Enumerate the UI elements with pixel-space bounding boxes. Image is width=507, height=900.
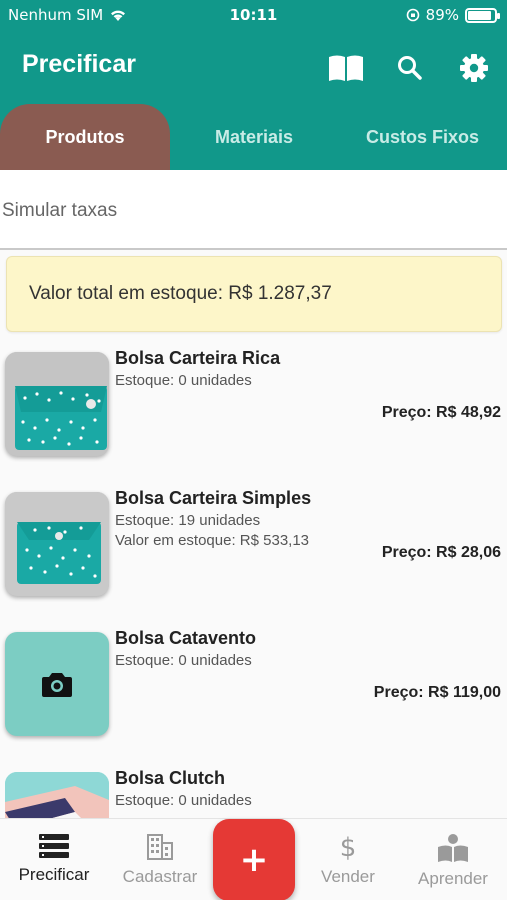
battery-percent: 89% [425,6,459,24]
status-right: 89% [406,6,500,24]
battery-level [468,10,492,20]
product-name: Bolsa Catavento [115,628,257,648]
nav-precificar[interactable]: Precificar [2,819,106,900]
battery-icon [465,7,500,23]
gear-icon[interactable] [454,48,494,88]
add-button[interactable]: + [213,819,295,900]
simulate-fees-row[interactable]: Simular taxas [0,170,507,250]
nav-vender[interactable]: $ Vender [296,819,400,900]
app-bar: Precificar [0,32,507,104]
nav-aprender[interactable]: Aprender [401,819,505,900]
product-photo [5,352,109,456]
product-item[interactable]: Bolsa Catavento Estoque: 0 unidades Preç… [0,620,507,760]
product-name: Bolsa Carteira Simples [115,488,312,508]
product-stock: Estoque: 0 unidades [115,372,252,389]
tab-bar: Produtos Materiais Custos Fixos [0,104,507,170]
list-icon [39,834,69,858]
product-stock: Estoque: 0 unidades [115,792,252,809]
book-icon[interactable] [326,48,366,88]
tab-materiais[interactable]: Materiais [170,104,338,170]
product-item[interactable]: Bolsa Carteira Rica Estoque: 0 unidades … [0,340,507,480]
search-icon[interactable] [390,48,430,88]
reader-icon [438,834,468,862]
product-price: Preço: R$ 28,06 [381,544,501,561]
product-stock: Estoque: 0 unidades [115,652,252,669]
product-price: Preço: R$ 48,92 [381,404,501,421]
tab-custos-fixos[interactable]: Custos Fixos [338,104,507,170]
camera-icon [42,673,72,697]
bottom-navigation: Precificar Cadastrar + $ Vender Aprender [0,818,507,900]
building-icon [147,834,173,860]
stock-total-text: Valor total em estoque: R$ 1.287,37 [29,283,332,304]
product-stock: Estoque: 19 unidades [115,512,261,529]
dollar-icon: $ [340,833,357,861]
product-photo-placeholder [5,632,109,736]
simulate-fees-label: Simular taxas [2,200,118,221]
nav-aprender-label: Aprender [418,869,488,888]
nav-precificar-label: Precificar [18,865,90,884]
add-icon: + [239,840,269,880]
stock-total-card: Valor total em estoque: R$ 1.287,37 [6,256,502,332]
product-item[interactable]: Bolsa Carteira Simples Estoque: 19 unida… [0,480,507,620]
product-name: Bolsa Carteira Rica [115,348,281,368]
orientation-lock-icon [406,8,419,22]
product-photo [5,492,109,596]
nav-cadastrar-label: Cadastrar [122,867,198,886]
svg-text:$: $ [340,833,357,861]
product-stock-value: Valor em estoque: R$ 533,13 [115,532,310,549]
status-bar: Nenhum SIM 10:11 89% [0,0,507,32]
tab-produtos[interactable]: Produtos [0,104,170,170]
nav-cadastrar[interactable]: Cadastrar [108,819,212,900]
product-name: Bolsa Clutch [115,768,226,788]
product-price: Preço: R$ 119,00 [373,684,501,701]
app-title: Precificar [22,50,136,78]
nav-vender-label: Vender [321,867,375,886]
